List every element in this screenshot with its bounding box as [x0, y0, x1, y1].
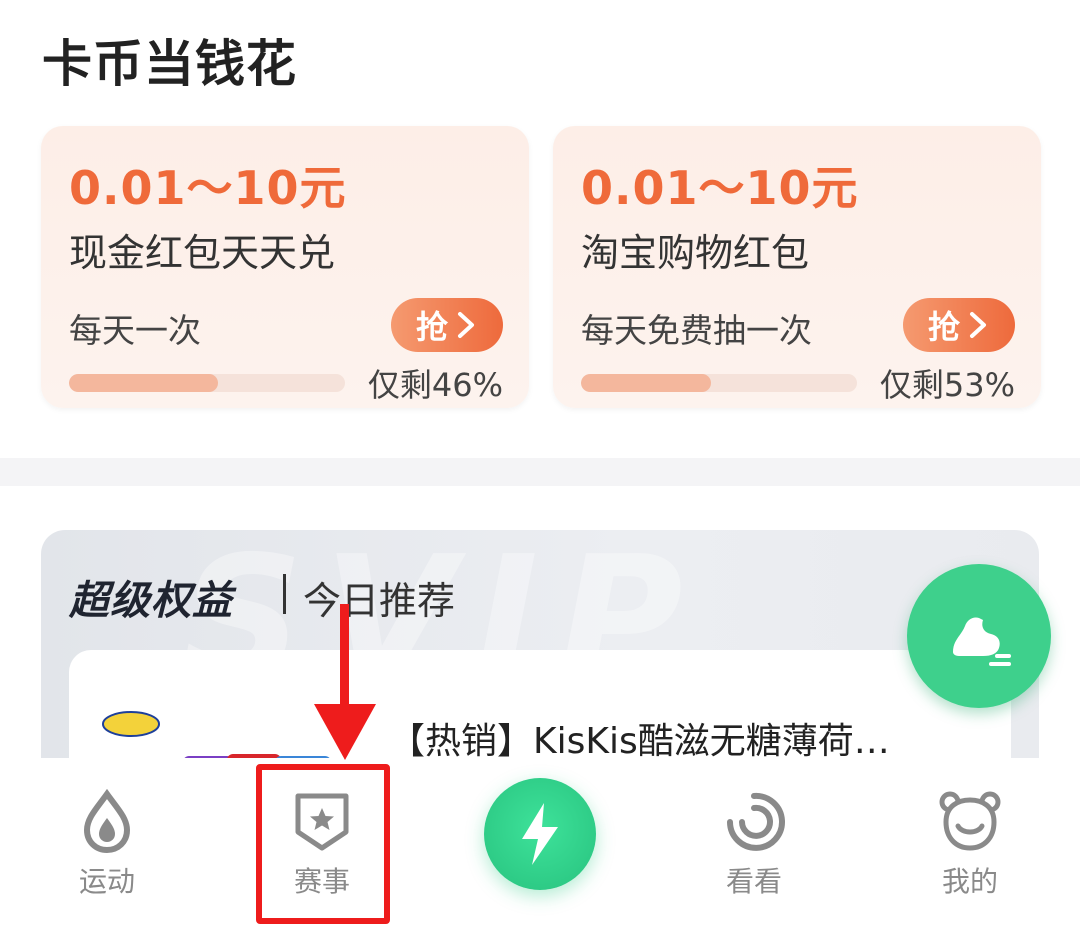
progress-fill: [69, 374, 219, 392]
remaining-text: 仅剩46%: [367, 366, 503, 404]
running-shoe-icon: [953, 617, 1011, 666]
spiral-icon: [727, 792, 785, 851]
drop-icon: [83, 788, 131, 854]
tab-label: 看看: [725, 865, 782, 898]
reward-card-cash[interactable]: 0.01～10元 现金红包天天兑 每天一次 抢 仅剩46%: [41, 126, 529, 408]
tab-sport[interactable]: 运动: [27, 758, 187, 936]
super-benefits-panel: SVIP 超级权益 今日推荐 【热销】KisKis酷滋无糖薄荷…: [41, 530, 1039, 790]
annotation-arrow: [314, 604, 376, 760]
progress-fill: [581, 374, 711, 392]
bear-icon: [939, 791, 1001, 851]
grab-button[interactable]: 抢: [391, 298, 503, 352]
section-title: 卡币当钱花: [42, 35, 297, 93]
reward-amount: 0.01～10元: [581, 161, 859, 215]
title-separator: [283, 574, 286, 614]
tab-look[interactable]: 看看: [674, 758, 834, 936]
tab-label: 我的: [941, 865, 998, 898]
progress-track: [581, 374, 857, 392]
lightning-icon: [522, 803, 558, 865]
section-divider: [0, 458, 1080, 486]
screen: 卡币当钱花 0.01～10元 现金红包天天兑 每天一次 抢 仅剩46% 0.01…: [0, 0, 1080, 936]
reward-name: 现金红包天天兑: [69, 231, 336, 275]
annotation-highlight-box: [256, 764, 390, 924]
grab-button-label: 抢: [927, 308, 960, 346]
tab-label: 运动: [78, 865, 135, 898]
remaining-text: 仅剩53%: [879, 366, 1015, 404]
grab-button[interactable]: 抢: [903, 298, 1015, 352]
reward-frequency: 每天免费抽一次: [581, 311, 812, 350]
super-benefits-title: 超级权益: [69, 578, 233, 624]
product-name: 【热销】KisKis酷滋无糖薄荷…: [389, 721, 890, 762]
progress-track: [69, 374, 345, 392]
grab-button-label: 抢: [415, 308, 448, 346]
reward-name: 淘宝购物红包: [581, 231, 810, 275]
center-action-button[interactable]: [484, 778, 596, 890]
reward-card-taobao[interactable]: 0.01～10元 淘宝购物红包 每天免费抽一次 抢 仅剩53%: [553, 126, 1041, 408]
reward-frequency: 每天一次: [69, 311, 201, 350]
run-float-button[interactable]: [907, 564, 1051, 708]
reward-amount: 0.01～10元: [69, 161, 347, 215]
tab-mine[interactable]: 我的: [890, 758, 1050, 936]
chevron-right-icon: [970, 312, 986, 338]
chevron-right-icon: [458, 312, 474, 338]
